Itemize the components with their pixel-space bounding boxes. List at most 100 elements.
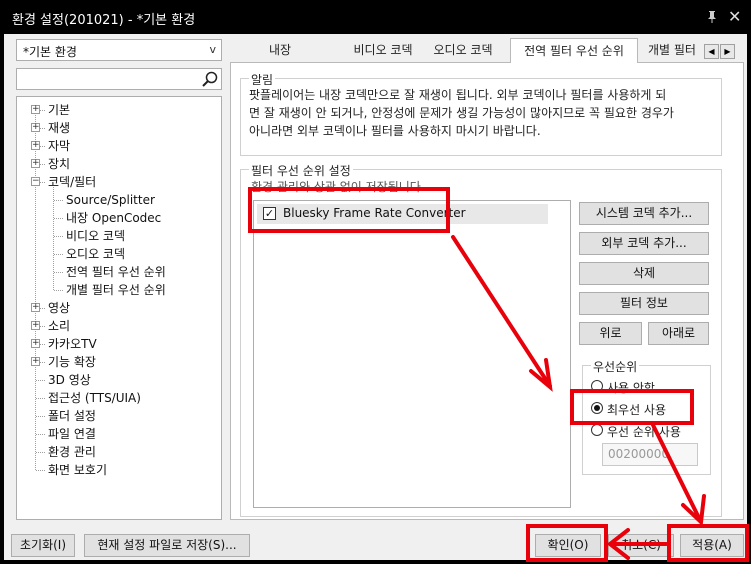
tree-expander-icon[interactable]: − — [31, 177, 40, 186]
tree-connector — [54, 200, 63, 201]
tree-item[interactable]: 전역 필터 우선 순위 — [17, 263, 221, 281]
filter-checkbox[interactable]: ✓ — [263, 207, 276, 220]
tab-audio-codec[interactable]: 오디오 코덱 — [418, 41, 508, 62]
title-bar: 환경 설정(201021) - *기본 환경 ✕ — [0, 0, 751, 34]
move-down-button[interactable]: 아래로 — [648, 322, 709, 345]
tree-item[interactable]: − 코덱/필터 — [17, 173, 221, 191]
tree-item-label: 접근성 (TTS/UIA) — [48, 391, 141, 405]
tree-item-label: 오디오 코덱 — [66, 247, 126, 261]
tree-connector — [36, 398, 45, 399]
radio-top-priority[interactable] — [591, 402, 603, 414]
tab-opencodec[interactable]: 내장 OpenCodec — [234, 41, 326, 76]
apply-button[interactable]: 적용(A) — [680, 534, 744, 557]
filter-label: Bluesky Frame Rate Converter — [283, 206, 466, 220]
tree-item[interactable]: + 카카오TV — [17, 335, 221, 353]
tab-scroll-left-icon[interactable]: ◀ — [704, 44, 719, 59]
priority-value-field[interactable]: 00200000 — [602, 443, 698, 466]
tree-connector — [36, 380, 45, 381]
tree-item[interactable]: + 장치 — [17, 155, 221, 173]
tree-item[interactable]: + 자막 — [17, 137, 221, 155]
tree-expander-icon[interactable]: + — [31, 339, 40, 348]
pin-icon[interactable] — [706, 10, 718, 24]
cancel-button[interactable]: 취소(C) — [608, 534, 674, 557]
tree-item-label: 소리 — [48, 319, 71, 333]
tree-item-label: 자막 — [48, 139, 71, 153]
move-up-button[interactable]: 위로 — [579, 322, 642, 345]
chevron-down-icon: v — [209, 43, 216, 56]
add-external-codec-button[interactable]: 외부 코덱 추가... — [579, 232, 709, 255]
tree-item-label: 화면 보호기 — [48, 463, 108, 477]
tab-global-filter-priority[interactable]: 전역 필터 우선 순위 — [510, 38, 638, 63]
tree-item[interactable]: 접근성 (TTS/UIA) — [17, 389, 221, 407]
tree-expander-icon[interactable]: + — [31, 105, 40, 114]
tree-item[interactable]: 오디오 코덱 — [17, 245, 221, 263]
tree-item-label: 비디오 코덱 — [66, 229, 126, 243]
tree-item-label: 재생 — [48, 121, 71, 135]
filter-list[interactable]: ✓ Bluesky Frame Rate Converter — [253, 200, 571, 508]
tree-expander-icon[interactable]: + — [31, 303, 40, 312]
ok-button[interactable]: 확인(O) — [535, 534, 601, 557]
tree-item[interactable]: + 기능 확장 — [17, 353, 221, 371]
settings-window: 환경 설정(201021) - *기본 환경 ✕ *기본 환경 v + 기본 + 재생… — [0, 0, 751, 564]
reset-button[interactable]: 초기화(I) — [11, 534, 75, 557]
radio-label: 우선 순위 사용 — [607, 425, 681, 439]
tree-expander-icon[interactable]: + — [31, 159, 40, 168]
tree-connector — [36, 470, 45, 471]
tree-item-label: 전역 필터 우선 순위 — [66, 265, 166, 279]
dialog-body: *기본 환경 v + 기본 + 재생 + 자막 + 장치 − 코덱/필터 Source/Splitt… — [4, 34, 747, 560]
radio-use-priority[interactable] — [591, 424, 603, 436]
tab-video-codec[interactable]: 비디오 코덱 — [346, 41, 420, 62]
settings-tree[interactable]: + 기본 + 재생 + 자막 + 장치 − 코덱/필터 Source/Splitter 내장 Open… — [16, 96, 222, 520]
tree-item-label: 환경 관리 — [48, 445, 96, 459]
tree-item-label: 기본 — [48, 103, 71, 117]
tree-expander-icon[interactable]: + — [31, 141, 40, 150]
tree-item[interactable]: + 소리 — [17, 317, 221, 335]
tree-item[interactable]: Source/Splitter — [17, 191, 221, 209]
preset-dropdown[interactable]: *기본 환경 v — [16, 39, 222, 61]
notice-group: 알림 팟플레이어는 내장 코덱만으로 잘 재생이 됩니다. 외부 코덱이나 필터… — [240, 71, 722, 156]
radio-no-use[interactable] — [591, 380, 603, 392]
tree-item[interactable]: 내장 OpenCodec — [17, 209, 221, 227]
priority-options-title: 우선순위 — [591, 358, 640, 375]
tree-item[interactable]: 비디오 코덱 — [17, 227, 221, 245]
filter-info-button[interactable]: 필터 정보 — [579, 292, 709, 315]
tree-item[interactable]: 화면 보호기 — [17, 461, 221, 479]
tab-individual-filter[interactable]: 개별 필터 — [640, 41, 702, 62]
tree-item-label: 카카오TV — [48, 337, 97, 351]
tree-expander-icon[interactable]: + — [31, 321, 40, 330]
close-icon[interactable]: ✕ — [728, 7, 741, 26]
notice-text: 팟플레이어는 내장 코덱만으로 잘 재생이 됩니다. 외부 코덱이나 필터를 사… — [249, 86, 674, 140]
tree-item[interactable]: 3D 영상 — [17, 371, 221, 389]
tree-item[interactable]: 파일 연결 — [17, 425, 221, 443]
tree-item-label: Source/Splitter — [66, 193, 155, 207]
tree-item[interactable]: + 재생 — [17, 119, 221, 137]
tree-item[interactable]: 개별 필터 우선 순위 — [17, 281, 221, 299]
radio-label: 최우선 사용 — [607, 403, 667, 417]
tree-item[interactable]: 환경 관리 — [17, 443, 221, 461]
tree-item-label: 개별 필터 우선 순위 — [66, 283, 166, 297]
tree-item-label: 폴더 설정 — [48, 409, 96, 423]
list-item[interactable]: ✓ Bluesky Frame Rate Converter — [257, 204, 548, 224]
delete-button[interactable]: 삭제 — [579, 262, 709, 285]
tree-expander-icon[interactable]: + — [31, 357, 40, 366]
save-settings-file-button[interactable]: 현재 설정 파일로 저장(S)... — [84, 534, 250, 557]
tree-item[interactable]: + 기본 — [17, 101, 221, 119]
tree-connector — [54, 236, 63, 237]
tree-item-label: 장치 — [48, 157, 71, 171]
tree-item[interactable]: 폴더 설정 — [17, 407, 221, 425]
tab-bar: 내장 OpenCodec 비디오 코덱 오디오 코덱 전역 필터 우선 순위 개… — [230, 38, 745, 76]
tab-scroll-right-icon[interactable]: ▶ — [720, 44, 735, 59]
tree-connector — [36, 434, 45, 435]
notice-line: 면 잘 재생이 안 되거나, 안정성에 문제가 생길 가능성이 많아지므로 꼭 … — [249, 106, 674, 120]
search-icon — [202, 71, 218, 87]
tree-connector — [54, 254, 63, 255]
tree-connector — [54, 218, 63, 219]
tree-expander-icon[interactable]: + — [31, 123, 40, 132]
add-system-codec-button[interactable]: 시스템 코덱 추가... — [579, 202, 709, 225]
tree-item[interactable]: + 영상 — [17, 299, 221, 317]
search-input[interactable] — [16, 68, 222, 90]
tree-connector — [54, 290, 63, 291]
tree-connector — [36, 416, 45, 417]
tree-connector — [36, 452, 45, 453]
preset-value: *기본 환경 — [23, 45, 77, 59]
